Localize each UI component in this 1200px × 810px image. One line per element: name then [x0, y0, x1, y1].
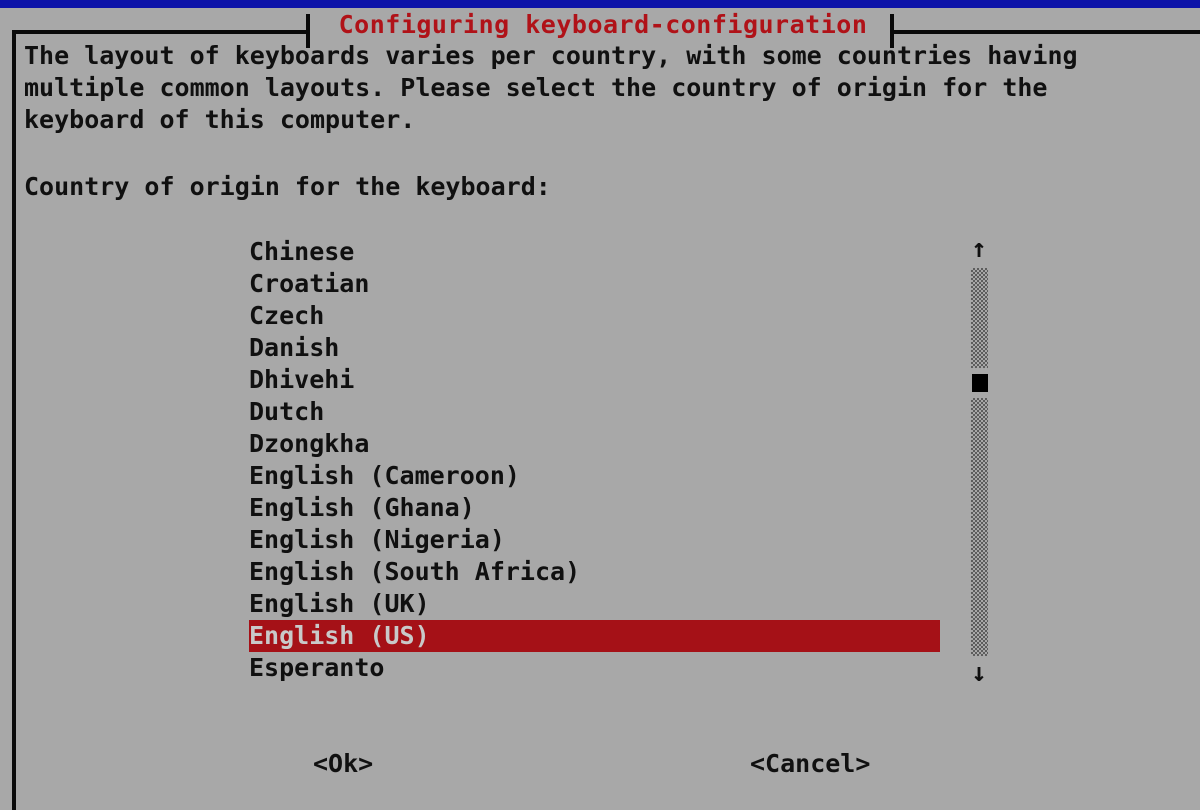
list-item[interactable]: Croatian — [249, 268, 940, 300]
country-list[interactable]: Chinese Croatian Czech Danish Dhivehi Dutch Dz… — [249, 236, 940, 684]
dialog-title: Configuring keyboard-configuration — [338, 10, 868, 39]
console-screen: Configuring keyboard-configuration The l… — [0, 0, 1200, 810]
dialog-description: The layout of keyboards varies per count… — [24, 40, 1184, 136]
scroll-up-arrow-icon[interactable]: ↑ — [968, 236, 990, 262]
description-line-2: multiple common layouts. Please select t… — [24, 73, 1048, 102]
list-item[interactable]: Dutch — [249, 396, 940, 428]
list-item[interactable]: Czech — [249, 300, 940, 332]
list-item[interactable]: Danish — [249, 332, 940, 364]
description-line-3: keyboard of this computer. — [24, 105, 416, 134]
list-item[interactable]: Dzongkha — [249, 428, 940, 460]
scrollbar-track-lower[interactable] — [971, 398, 988, 656]
list-item[interactable]: Chinese — [249, 236, 940, 268]
dialog-border-left — [12, 30, 16, 810]
list-item[interactable]: English (Cameroon) — [249, 460, 940, 492]
cancel-button[interactable]: <Cancel> — [750, 748, 870, 780]
description-line-1: The layout of keyboards varies per count… — [24, 41, 1078, 70]
ok-button[interactable]: <Ok> — [313, 748, 373, 780]
debconf-dialog: Configuring keyboard-configuration The l… — [0, 8, 1200, 810]
list-item[interactable]: English (Nigeria) — [249, 524, 940, 556]
dialog-border-top-right — [893, 30, 1200, 34]
list-item[interactable]: Dhivehi — [249, 364, 940, 396]
list-scrollbar[interactable]: ↑ ↓ — [968, 236, 990, 686]
list-item[interactable]: English (Ghana) — [249, 492, 940, 524]
field-prompt-label: Country of origin for the keyboard: — [24, 172, 551, 201]
dialog-border-top-left — [12, 30, 310, 34]
list-item[interactable]: Esperanto — [249, 652, 940, 684]
list-item[interactable]: English (South Africa) — [249, 556, 940, 588]
scroll-down-arrow-icon[interactable]: ↓ — [968, 660, 990, 686]
scrollbar-thumb[interactable] — [972, 374, 988, 392]
list-item[interactable]: English (US) — [249, 620, 940, 652]
list-item[interactable]: English (UK) — [249, 588, 940, 620]
scrollbar-track-upper[interactable] — [971, 268, 988, 368]
